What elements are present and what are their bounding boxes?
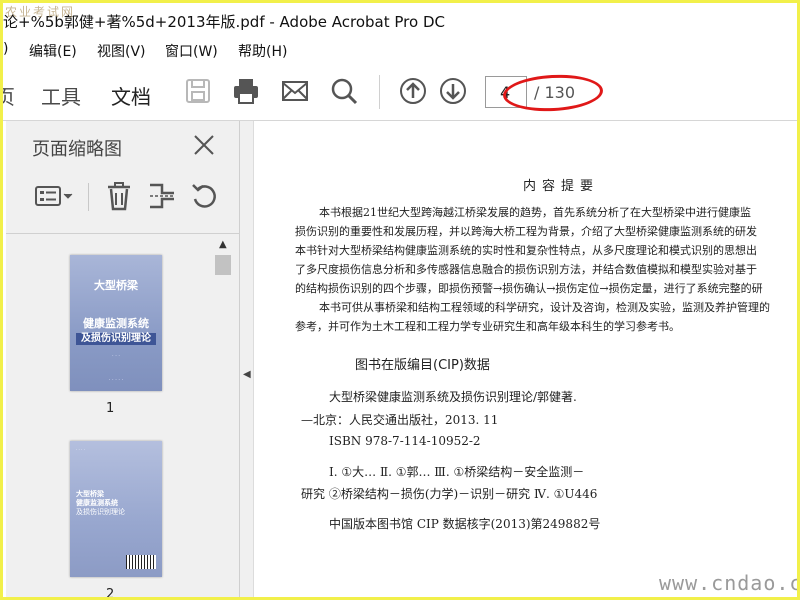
scroll-up-arrow-icon[interactable]: ▲ (219, 239, 227, 250)
title-bar: 论+%5b郭健+著%5d+2013年版.pdf - Adobe Acrobat … (3, 3, 797, 37)
tab-home-partial[interactable]: 页 (3, 81, 15, 110)
thumbnail-title-line: 大型桥梁 (94, 279, 138, 292)
thumbnail-title-line: 健康监测系统 (76, 499, 118, 507)
thumbnail-page-label: 2 (106, 587, 115, 600)
collapse-arrow-icon[interactable]: ◀ (243, 369, 251, 380)
app-window: 论+%5b郭健+著%5d+2013年版.pdf - Adobe Acrobat … (0, 0, 800, 600)
thumbnail-publisher: · · · · · (108, 377, 124, 383)
cip-line: 大型桥梁健康监测系统及损伤识别理论/郭健著. (329, 390, 577, 404)
doc-paragraph-line: 本书针对大型桥梁结构健康监测系统的实时性和复杂性特点，从多尺度理论和模式识别的思… (295, 244, 757, 257)
menu-item-window[interactable]: 窗口(W) (165, 41, 218, 61)
menu-bar: ) 编辑(E) 视图(V) 窗口(W) 帮助(H) (3, 37, 797, 63)
doc-paragraph-line: 损伤识别的重要性和发展历程，并以跨海大桥工程为背景，介绍了大型桥梁健康监测系统的… (295, 225, 757, 238)
thumbnail-panel: 页面缩略图 大型桥梁 健康监测系统 及损伤识别理论 · · · · · · · … (6, 121, 240, 600)
menu-item-view[interactable]: 视图(V) (97, 41, 146, 61)
menu-item-edit[interactable]: 编辑(E) (29, 41, 77, 61)
tab-document[interactable]: 文档 (111, 81, 151, 129)
thumbnail-title-line: 大型桥梁 (76, 490, 104, 498)
scrollbar-thumb[interactable] (215, 255, 231, 275)
page-down-icon[interactable] (439, 77, 467, 105)
page-thumbnail[interactable]: · · · · 大型桥梁 健康监测系统 及损伤识别理论 (70, 441, 162, 577)
doc-heading: 内容提要 (523, 179, 600, 194)
thumbnail-page-label: 1 (106, 401, 115, 416)
rotate-icon[interactable] (190, 181, 218, 211)
doc-paragraph-line: 本书可供从事桥梁和结构工程领域的科学研究，设计及咨询，检测及实验，监测及养护管理… (319, 301, 770, 314)
cip-line: 研究 ②桥梁结构－损伤(力学)－识别－研究 Ⅳ. ①U446 (301, 487, 598, 501)
options-menu-icon[interactable] (34, 181, 76, 211)
thumbnail-subtitle: 及损伤识别理论 (76, 508, 125, 516)
toolbar: 页 工具 文档 4 / 130 (3, 63, 797, 129)
close-icon[interactable] (192, 133, 216, 157)
menu-item-file-partial[interactable]: ) (3, 41, 8, 57)
watermark-bottom-right: www.cndao.com (659, 571, 800, 595)
thumbnail-header: · · · · (76, 447, 85, 452)
extract-pages-icon[interactable] (148, 181, 176, 211)
thumbnail-title-line: 健康监测系统 (83, 317, 149, 330)
watermark-top-left: 农业考试网 (5, 5, 76, 19)
doc-paragraph-line: 本书根据21世纪大型跨海越江桥梁发展的趋势，首先系统分析了在大型桥梁中进行健康监 (319, 206, 751, 219)
panel-separator (88, 183, 89, 211)
print-icon[interactable] (232, 77, 260, 105)
panel-title: 页面缩略图 (32, 139, 122, 160)
page-thumbnail[interactable]: 大型桥梁 健康监测系统 及损伤识别理论 · · · · · · · · (70, 255, 162, 391)
panel-collapse-bar[interactable]: ◀ (240, 121, 254, 597)
doc-paragraph-line: 的结构损伤识别的四个步骤，即损伤预警→损伤确认→损伤定位→损伤定量，进行了系统完… (295, 282, 763, 295)
thumbnail-small-text: · · · (112, 353, 120, 359)
thumbnail-subtitle: 及损伤识别理论 (76, 333, 156, 345)
cip-line: —北京：人民交通出版社，2013. 11 (301, 413, 499, 427)
search-icon[interactable] (330, 77, 358, 105)
barcode-image (126, 555, 156, 569)
toolbar-separator (379, 75, 380, 109)
cip-title: 图书在版编目(CIP)数据 (355, 358, 490, 373)
cip-line: Ⅰ. ①大… Ⅱ. ①郭… Ⅲ. ①桥梁结构－安全监测－ (329, 465, 585, 479)
page-up-icon[interactable] (399, 77, 427, 105)
trash-icon[interactable] (106, 181, 132, 211)
thumbnail-scrollbar[interactable]: ▲ (213, 235, 233, 597)
menu-item-help[interactable]: 帮助(H) (238, 41, 287, 61)
cip-line: ISBN 978-7-114-10952-2 (329, 434, 481, 448)
doc-paragraph-line: 参考，并可作为土木工程和工程力学专业研究生和高年级本科生的学习参考书。 (295, 320, 680, 333)
email-icon[interactable] (281, 77, 309, 105)
doc-paragraph-line: 了多尺度损伤信息分析和多传感器信息融合的损伤识别方法，并结合数值模拟和模型实验对… (295, 263, 757, 276)
tab-tools[interactable]: 工具 (41, 81, 81, 110)
cip-line: 中国版本图书馆 CIP 数据核字(2013)第249882号 (329, 517, 601, 531)
save-icon[interactable] (184, 77, 212, 105)
document-page: 内容提要 本书根据21世纪大型跨海越江桥梁发展的趋势，首先系统分析了在大型桥梁中… (255, 121, 797, 597)
